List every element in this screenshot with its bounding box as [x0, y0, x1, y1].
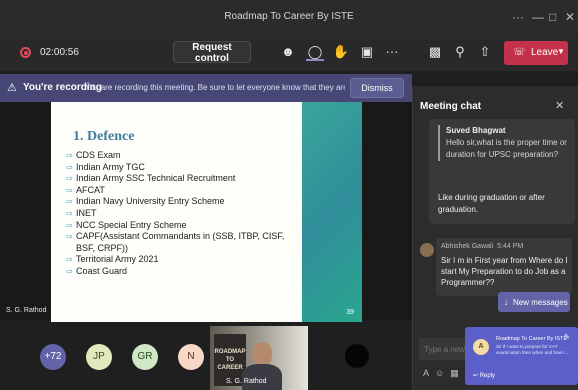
slide-page-number: 39 [346, 309, 354, 316]
slide-bullet: INET [66, 208, 291, 220]
recording-banner-message: You are recording this meeting. Be sure … [85, 83, 345, 92]
slide-bullet: Indian Navy University Entry Scheme [66, 196, 291, 208]
participants-icon[interactable]: ☻ [279, 43, 297, 61]
participant-avatar[interactable]: GR [132, 344, 158, 370]
quoted-message: Suved Bhagwat Hello sir,what is the prop… [438, 125, 568, 161]
warning-icon: ⚠ [7, 82, 17, 94]
chat-icon[interactable]: ◯ [306, 43, 324, 61]
message-author: Abhishek Gawali [441, 243, 494, 250]
participant-avatar[interactable]: JP [86, 344, 112, 370]
slide-bullet: CAPF(Assistant Commandants in (SSB, ITBP… [66, 231, 291, 254]
gif-icon[interactable]: ▦ [450, 368, 465, 378]
participant-video[interactable]: ROADMAP TO CAREER S. G. Rathod [210, 326, 308, 390]
more-options-icon[interactable]: ··· [512, 10, 524, 24]
person-head [252, 342, 272, 366]
toast-reply-button[interactable]: ↩ Reply [473, 372, 495, 379]
minimize-icon[interactable]: — [532, 10, 544, 24]
message-time: 5:44 PM [497, 243, 524, 250]
close-window-icon[interactable]: ✕ [565, 10, 575, 24]
presentation-slide: 1. Defence CDS Exam Indian Army TGC Indi… [51, 102, 362, 324]
toast-reply-label: Reply [479, 373, 496, 379]
recording-banner: ⚠ You're recording You are recording thi… [0, 74, 412, 102]
request-control-button[interactable]: Request control [173, 41, 251, 64]
toast-avatar: A [473, 339, 489, 355]
title-bar: Roadmap To Career By ISTE ··· — □ ✕ [0, 0, 578, 35]
chat-message-text: Sir I m in First year from Where do I st… [441, 256, 568, 287]
video-participant-name: S. G. Rathod [226, 378, 267, 385]
leave-label: Leave [531, 47, 559, 58]
leave-button[interactable]: ☏ Leave ▼ [504, 41, 568, 65]
slide-bullet: NCC Special Entry Scheme [66, 220, 291, 232]
arrow-down-icon: ↓ [504, 297, 508, 307]
rooms-icon[interactable]: ▣ [358, 43, 376, 61]
close-chat-icon[interactable]: ✕ [555, 99, 564, 112]
format-icon[interactable]: A [423, 368, 435, 378]
slide-bullet: CDS Exam [66, 150, 291, 162]
chat-message[interactable]: Suved Bhagwat Hello sir,what is the prop… [429, 119, 575, 224]
quoted-author: Suved Bhagwat [446, 126, 506, 135]
toast-title: Roadmap To Career By ISTE [496, 336, 568, 342]
chat-bubble-icon: ✎ [564, 334, 570, 341]
chat-header: Meeting chat [420, 101, 482, 112]
meeting-timer: 02:00:56 [40, 47, 79, 58]
recording-indicator-icon [20, 47, 31, 58]
slide-title: 1. Defence [73, 129, 135, 144]
chat-message-text: Like during graduation or after graduati… [438, 193, 545, 214]
slide-bullet: Territorial Army 2021 [66, 254, 291, 266]
quoted-text: Hello sir,what is the proper time or dur… [446, 138, 567, 159]
chevron-down-icon[interactable]: ▼ [557, 47, 565, 56]
mic-off-icon[interactable]: ⚲ [451, 43, 469, 61]
presenter-name: S. G. Rathod [6, 307, 47, 314]
more-actions-icon[interactable]: ··· [383, 43, 401, 61]
message-meta: Abhishek Gawali 5:44 PM [441, 243, 523, 250]
more-participants-badge[interactable]: +72 [40, 344, 66, 370]
emoji-icon[interactable]: ☺ [435, 368, 450, 378]
sender-avatar [420, 243, 434, 257]
compose-tools: A☺▦ [423, 368, 465, 379]
shared-screen: 1. Defence CDS Exam Indian Army TGC Indi… [0, 102, 412, 324]
chat-message[interactable]: Abhishek Gawali 5:44 PM Sir I m in First … [436, 238, 572, 296]
dismiss-button[interactable]: Dismiss [350, 78, 404, 98]
blank-participant-avatar[interactable] [345, 344, 369, 368]
meeting-toolbar: 02:00:56 Request control ☻ ◯ ✋ ▣ ··· ▩ ⚲… [0, 35, 578, 71]
participant-avatar[interactable]: N [178, 344, 204, 370]
camera-off-icon[interactable]: ▩ [426, 43, 444, 61]
slide-bullet: Indian Army SSC Technical Recruitment [66, 173, 291, 185]
new-messages-label: New messages [513, 297, 568, 307]
new-messages-button[interactable]: ↓ New messages [498, 292, 570, 312]
toast-text: Sir if I want to prepare for CAT examina… [496, 344, 569, 355]
share-icon[interactable]: ⇧ [476, 43, 494, 61]
window-title: Roadmap To Career By ISTE [224, 11, 354, 22]
slide-decoration: 39 [302, 102, 362, 324]
reactions-icon[interactable]: ✋ [332, 43, 350, 61]
person-body [242, 364, 282, 390]
restore-icon[interactable]: □ [549, 10, 556, 24]
slide-bullet: AFCAT [66, 185, 291, 197]
slide-bullet: Coast Guard [66, 266, 291, 278]
chat-notification-toast[interactable]: A Roadmap To Career By ISTE Sir if I wan… [465, 327, 578, 385]
phone-icon: ☏ [513, 47, 526, 58]
slide-bullet-list: CDS Exam Indian Army TGC Indian Army SSC… [66, 150, 291, 278]
slide-bullet: Indian Army TGC [66, 162, 291, 174]
